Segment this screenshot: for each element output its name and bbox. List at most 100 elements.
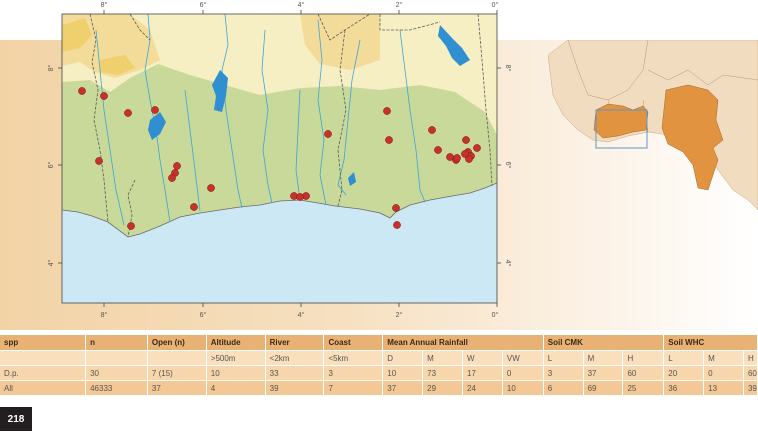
subheader-cell: H — [622, 350, 665, 366]
inset-highlight-central — [661, 84, 724, 191]
subheader-cell: H — [743, 350, 758, 366]
header-cell: Open (n) — [147, 335, 207, 351]
header-cell: spp — [0, 335, 87, 351]
table-cell: 37 — [382, 380, 424, 396]
top-tick-label: 2° — [396, 1, 403, 9]
record-point — [393, 221, 401, 229]
table-cell: 17 — [462, 365, 503, 381]
subheader-cell: D — [382, 350, 424, 366]
left-tick-label: 4° — [47, 259, 55, 266]
table-row: All 46333 37 4 39 7 37 29 24 10 6 69 25 … — [0, 380, 758, 396]
record-point — [428, 126, 436, 134]
table-cell: 60 — [622, 365, 665, 381]
table-cell: 69 — [583, 380, 624, 396]
subheader-cell: <5km — [323, 350, 384, 366]
subheader-cell: W — [462, 350, 503, 366]
record-point — [124, 109, 132, 117]
right-tick-label: 6° — [504, 162, 512, 169]
table-cell: D.p. — [0, 365, 87, 381]
record-point — [127, 222, 135, 230]
subheader-cell — [147, 350, 207, 366]
bottom-tick-label: 2° — [396, 311, 403, 319]
record-point — [168, 174, 176, 182]
top-tick-label: 8° — [101, 1, 108, 9]
subheader-cell: >500m — [206, 350, 266, 366]
table-cell: 3 — [323, 365, 384, 381]
record-point — [100, 92, 108, 100]
inset-map — [548, 40, 758, 211]
left-tick-label: 8° — [47, 64, 55, 71]
table-cell: 36 — [663, 380, 705, 396]
table-cell: 46333 — [85, 380, 148, 396]
record-point — [78, 87, 86, 95]
table-cell: 39 — [265, 380, 325, 396]
header-cell: Altitude — [206, 335, 266, 351]
record-point — [461, 150, 469, 158]
right-tick-label: 4° — [504, 260, 512, 267]
bottom-tick-label: 6° — [200, 311, 207, 319]
header-cell: n — [85, 335, 148, 351]
subheader-cell: <2km — [265, 350, 325, 366]
table-cell: 20 — [663, 365, 705, 381]
inset-land — [548, 40, 758, 211]
top-tick-label: 4° — [298, 1, 305, 9]
subheader-cell: L — [543, 350, 584, 366]
table-cell: 3 — [543, 365, 584, 381]
table-cell: 30 — [85, 365, 148, 381]
header-cell: Mean Annual Rainfall — [382, 335, 544, 351]
top-tick-label: 6° — [200, 1, 207, 9]
bottom-tick-label: 8° — [101, 311, 108, 319]
table-cell: 60 — [743, 365, 758, 381]
header-cell: Coast — [323, 335, 384, 351]
table-cell: 10 — [206, 365, 266, 381]
record-point — [324, 130, 332, 138]
record-point — [207, 184, 215, 192]
record-point — [383, 107, 391, 115]
record-point — [473, 144, 481, 152]
table-cell: All — [0, 380, 87, 396]
subheader-cell: M — [422, 350, 463, 366]
table-cell: 24 — [462, 380, 503, 396]
record-point — [95, 157, 103, 165]
subheader-cell — [0, 350, 87, 366]
record-point — [462, 136, 470, 144]
table-cell: 6 — [543, 380, 584, 396]
table-cell: 37 — [583, 365, 624, 381]
table-cell: 4 — [206, 380, 266, 396]
subheader-cell: VW — [502, 350, 544, 366]
table-cell: 10 — [382, 365, 424, 381]
header-cell: River — [265, 335, 325, 351]
record-point — [190, 203, 198, 211]
top-tick-label: 0° — [492, 1, 499, 9]
left-tick-label: 6° — [47, 161, 55, 168]
table-cell: 73 — [422, 365, 463, 381]
header-cell: Soil CMK — [543, 335, 665, 351]
table-cell: 25 — [622, 380, 665, 396]
right-tick-label: 8° — [504, 65, 512, 72]
table-cell: 0 — [703, 365, 744, 381]
bottom-tick-label: 0° — [492, 311, 499, 319]
bottom-tick-label: 4° — [298, 311, 305, 319]
data-table: spp n Open (n) Altitude River Coast Mean… — [0, 335, 758, 396]
table-subheader-row: >500m <2km <5km D M W VW L M H L M H — [0, 350, 758, 366]
table-row: D.p. 30 7 (15) 10 33 3 10 73 17 0 3 37 6… — [0, 365, 758, 381]
header-cell: Soil WHC — [663, 335, 758, 351]
record-point — [434, 146, 442, 154]
table-cell: 13 — [703, 380, 744, 396]
table-cell: 10 — [502, 380, 544, 396]
table-cell: 0 — [502, 365, 544, 381]
subheader-cell — [85, 350, 148, 366]
record-point — [385, 136, 393, 144]
record-point — [173, 162, 181, 170]
table-cell: 37 — [147, 380, 207, 396]
table-cell: 39 — [743, 380, 758, 396]
table-header-row: spp n Open (n) Altitude River Coast Mean… — [0, 335, 758, 351]
page-number: 218 — [0, 407, 32, 431]
record-point — [392, 204, 400, 212]
record-point — [453, 154, 461, 162]
record-point — [151, 106, 159, 114]
subheader-cell: L — [663, 350, 705, 366]
table-cell: 7 (15) — [147, 365, 207, 381]
subheader-cell: M — [583, 350, 624, 366]
subheader-cell: M — [703, 350, 744, 366]
